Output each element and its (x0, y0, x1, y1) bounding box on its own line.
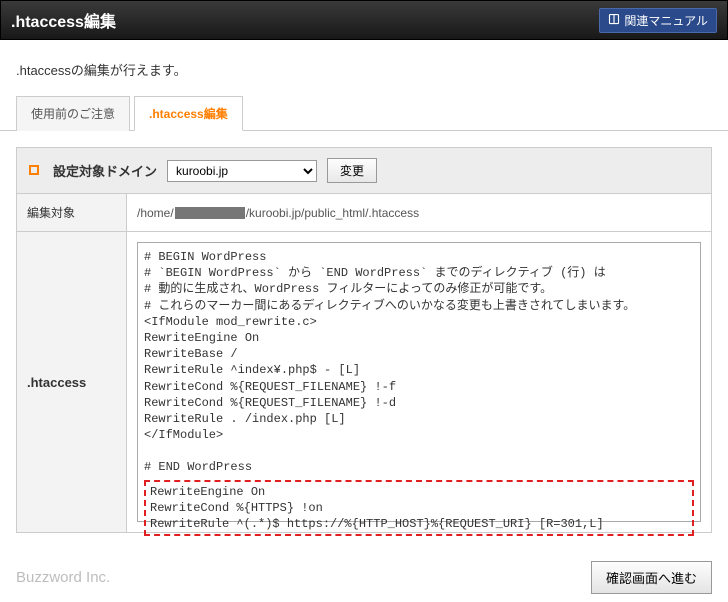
path-suffix: /kuroobi.jp/public_html/.htaccess (246, 206, 419, 220)
manual-button[interactable]: 関連マニュアル (599, 8, 717, 33)
path-prefix: /home/ (137, 206, 174, 220)
tab-htaccess-edit[interactable]: .htaccess編集 (134, 96, 243, 131)
book-icon (608, 13, 620, 28)
code-main: # BEGIN WordPress # `BEGIN WordPress` から… (144, 249, 694, 476)
code-highlight: RewriteEngine On RewriteCond %{HTTPS} !o… (150, 484, 688, 533)
target-row: 編集対象 /home/ /kuroobi.jp/public_html/.htac… (17, 194, 711, 232)
domain-row: 設定対象ドメイン kuroobi.jp 変更 (17, 148, 711, 194)
change-button[interactable]: 変更 (327, 158, 377, 183)
domain-select[interactable]: kuroobi.jp (167, 160, 317, 182)
tab-precaution[interactable]: 使用前のご注意 (16, 96, 130, 131)
domain-label: 設定対象ドメイン (53, 161, 157, 180)
editor-label: .htaccess (17, 232, 127, 532)
editor-row: .htaccess # BEGIN WordPress # `BEGIN Wor… (17, 232, 711, 532)
target-path: /home/ /kuroobi.jp/public_html/.htaccess (127, 194, 711, 231)
settings-panel: 設定対象ドメイン kuroobi.jp 変更 編集対象 /home/ /kuroo… (16, 147, 712, 533)
target-label: 編集対象 (17, 194, 127, 231)
brand-text: Buzzword Inc. (16, 569, 110, 586)
confirm-button[interactable]: 確認画面へ進む (591, 561, 712, 594)
code-highlight-box: RewriteEngine On RewriteCond %{HTTPS} !o… (144, 480, 694, 537)
square-marker-icon (29, 164, 43, 178)
tab-bar: 使用前のご注意 .htaccess編集 (0, 95, 728, 131)
intro-text: .htaccessの編集が行えます。 (0, 40, 728, 95)
redacted-segment (175, 207, 245, 219)
page-title: .htaccess編集 (11, 8, 116, 32)
page-header: .htaccess編集 関連マニュアル (0, 0, 728, 40)
manual-button-label: 関連マニュアル (624, 12, 708, 29)
footer: Buzzword Inc. 確認画面へ進む (0, 549, 728, 602)
htaccess-textarea[interactable]: # BEGIN WordPress # `BEGIN WordPress` から… (137, 242, 701, 522)
